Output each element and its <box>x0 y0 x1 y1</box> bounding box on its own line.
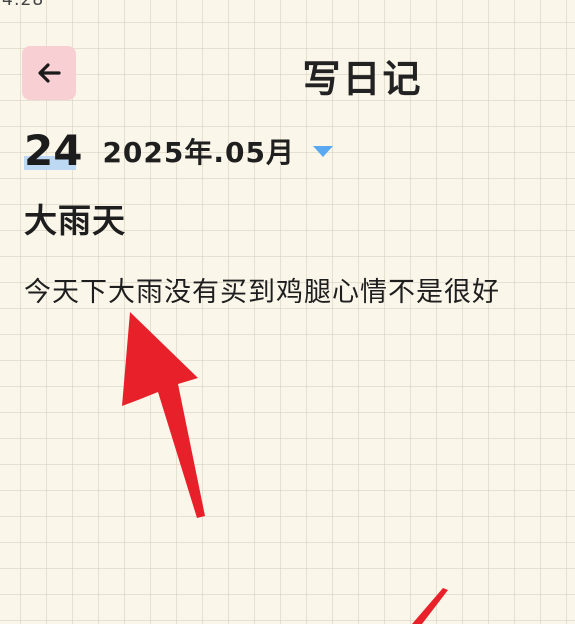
page-title: 写日记 <box>302 57 423 101</box>
caret-down-icon[interactable] <box>311 143 335 159</box>
status-bar: 4:28 <box>0 0 575 10</box>
diary-content[interactable]: 今天下大雨没有买到鸡腿心情不是很好 <box>24 270 569 309</box>
date-selector[interactable]: 24 2025年.05月 <box>24 126 335 176</box>
day-display: 24 <box>24 126 82 176</box>
pointer-arrow <box>122 312 205 518</box>
month-text[interactable]: 2025年.05月 <box>102 131 295 171</box>
pointer-arrow-partial <box>412 588 448 624</box>
day-number: 24 <box>24 126 83 175</box>
weather-title[interactable]: 大雨天 <box>24 194 126 242</box>
status-time: 4:28 <box>2 0 45 10</box>
